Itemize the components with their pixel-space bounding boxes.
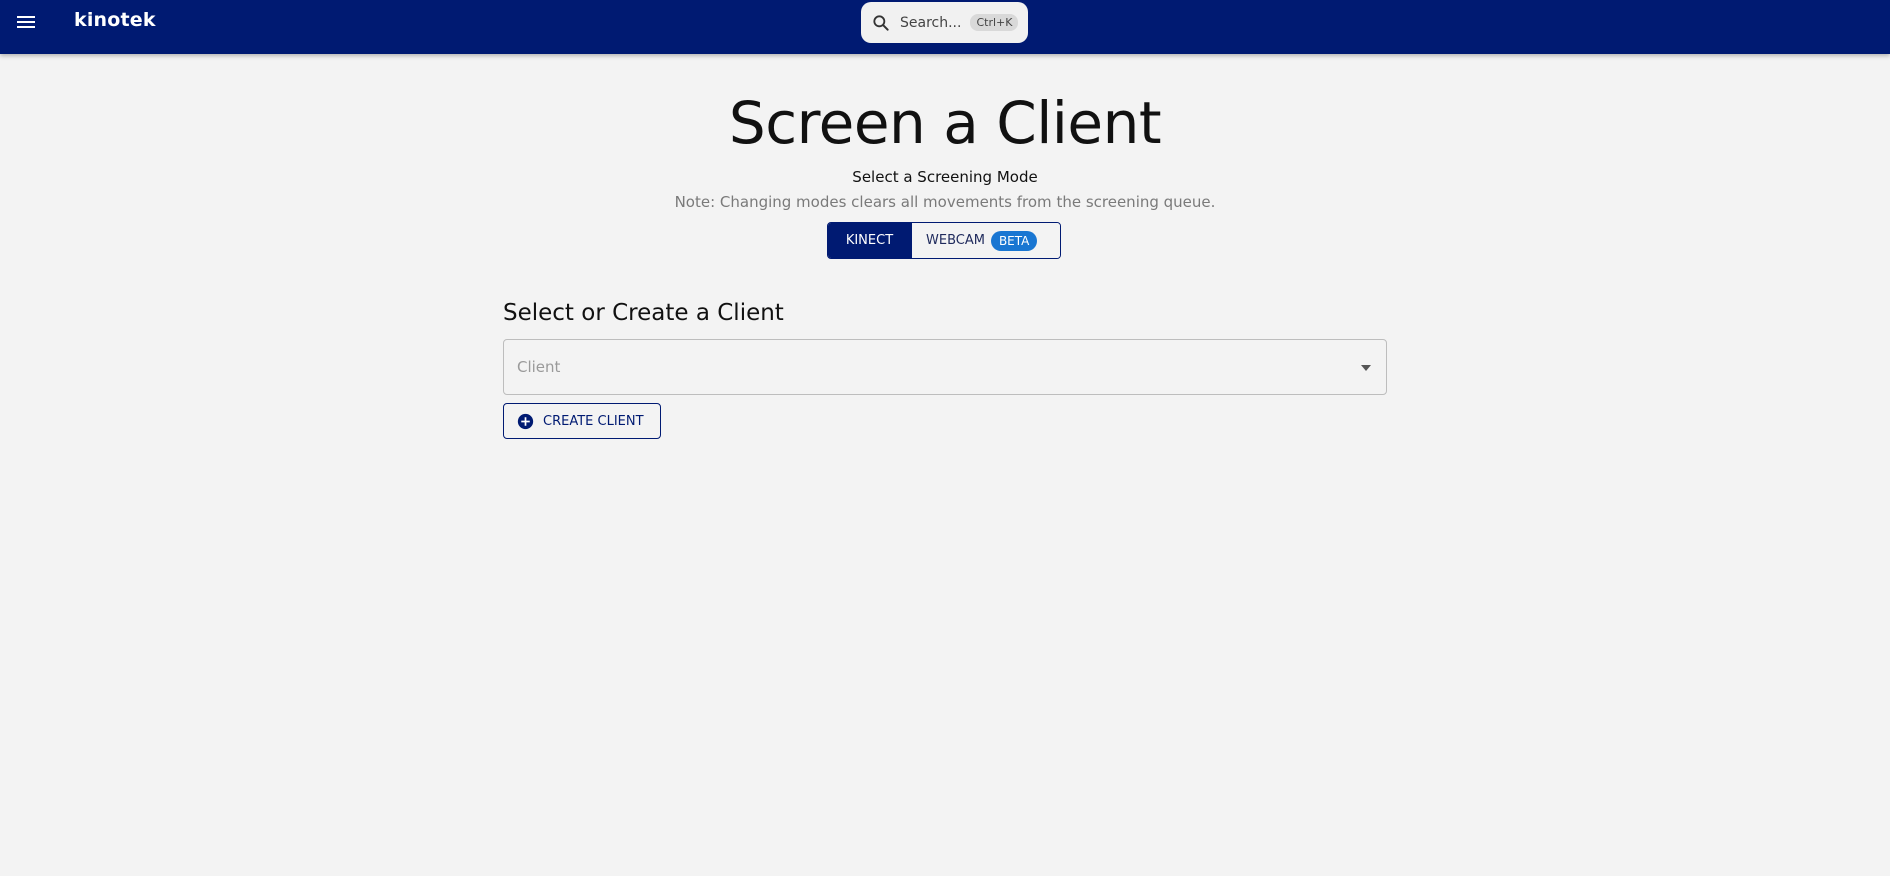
mode-change-note: Note: Changing modes clears all movement… [674,193,1216,211]
add-circle-icon [517,413,534,429]
create-client-button[interactable]: CREATE CLIENT [503,403,661,439]
create-client-label: CREATE CLIENT [543,413,644,429]
search-placeholder: Search... [900,14,962,31]
screening-mode-label: Select a Screening Mode [852,168,1038,186]
mode-kinect-button[interactable]: KINECT [828,223,911,258]
hamburger-menu-icon [17,16,35,28]
dropdown-arrow-icon [1361,365,1371,371]
search-shortcut-badge: Ctrl+K [970,14,1019,31]
client-select[interactable]: Client [503,339,1387,395]
beta-badge: BETA [990,230,1038,251]
search-icon [873,14,889,31]
mode-webcam-button[interactable]: WEBCAM BETA [911,223,1060,258]
app-bar: kinotek Search... Ctrl+K [0,0,1890,54]
client-select-placeholder: Client [517,358,561,376]
page-title: Screen a Client [728,89,1162,157]
search-box[interactable]: Search... Ctrl+K [861,2,1028,43]
client-section-title: Select or Create a Client [503,300,784,326]
mode-kinect-label: KINECT [845,233,894,248]
screening-mode-toggle: KINECT WEBCAM BETA [827,222,1061,259]
mode-webcam-label: WEBCAM [926,233,985,248]
menu-button[interactable] [14,11,40,33]
brand-logo[interactable]: kinotek [74,9,156,31]
